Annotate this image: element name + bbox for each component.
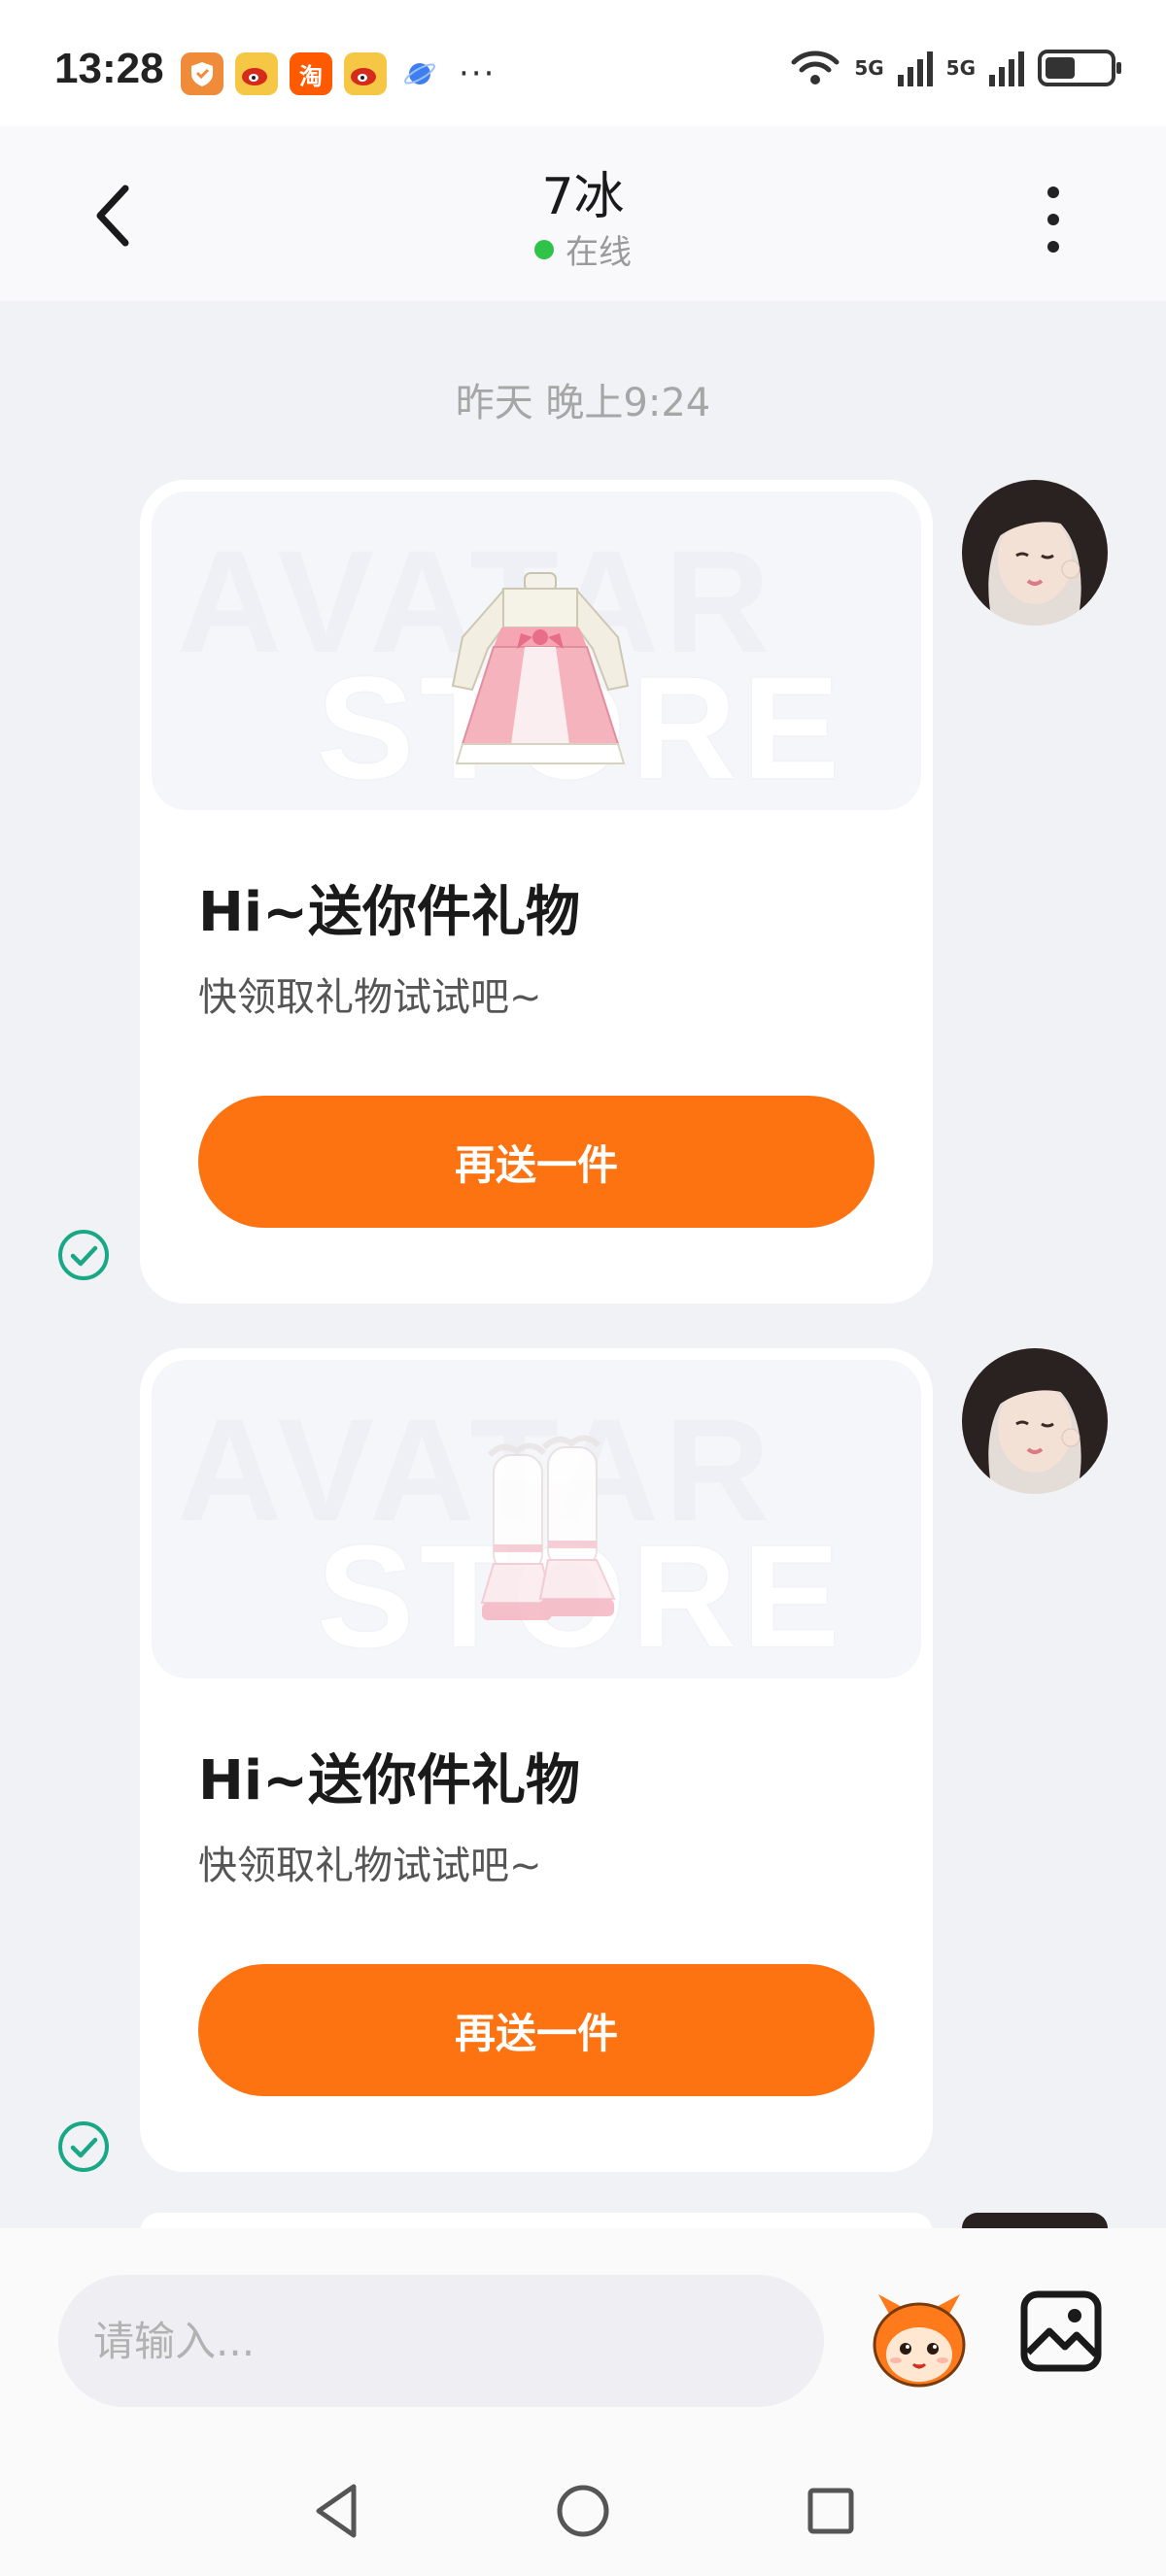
planet-icon xyxy=(398,52,441,95)
weibo-icon xyxy=(344,52,387,95)
gift-subtitle: 快领取礼物试试吧~ xyxy=(198,1844,542,1888)
image-picker-button[interactable] xyxy=(1020,2290,1102,2372)
send-again-button[interactable]: 再送一件 xyxy=(198,1096,874,1228)
chat-header: 7冰 在线 xyxy=(0,126,1166,301)
avatar[interactable] xyxy=(962,480,1108,626)
nav-home-icon[interactable] xyxy=(549,2477,617,2545)
avatar-image xyxy=(962,1348,1108,1494)
gift-title: Hi~送你件礼物 xyxy=(198,1749,580,1813)
sent-check-icon xyxy=(58,1230,109,1280)
status-time: 13:28 xyxy=(54,45,164,92)
system-nav-bar xyxy=(0,2442,1166,2576)
online-dot-icon xyxy=(534,240,554,259)
shield-icon xyxy=(181,52,223,95)
status-bar: 13:28 淘 ··· 5G 5G xyxy=(0,0,1166,146)
gift-subtitle: 快领取礼物试试吧~ xyxy=(198,975,542,1020)
contact-name: 7冰 xyxy=(541,168,625,226)
signal-label: 5G xyxy=(945,56,976,80)
nav-recents-icon[interactable] xyxy=(797,2477,865,2545)
gift-banner: AVATAR STORE xyxy=(152,1360,921,1678)
menu-dot xyxy=(1047,186,1059,198)
input-bar xyxy=(0,2228,1166,2442)
online-status: 在线 xyxy=(0,225,1166,273)
status-app-icons: 淘 ··· xyxy=(181,52,496,95)
gift-message-card[interactable]: AVATAR STORE Hi~送你件礼物 快领取礼物试试吧~ 再送一件 xyxy=(140,1348,933,2172)
image-icon xyxy=(1020,2290,1102,2372)
wifi-icon xyxy=(791,51,840,85)
menu-dot xyxy=(1047,214,1059,225)
online-status-label: 在线 xyxy=(566,233,632,272)
status-right: 5G 5G xyxy=(790,49,1121,87)
avatar[interactable] xyxy=(962,1348,1108,1494)
weibo-icon xyxy=(235,52,278,95)
taobao-label: 淘 xyxy=(299,62,323,90)
signal-icon xyxy=(897,51,933,86)
menu-dot xyxy=(1047,241,1059,253)
message-timestamp: 昨天 晚上9:24 xyxy=(455,381,711,425)
dress-icon xyxy=(451,572,630,764)
gift-banner: AVATAR STORE xyxy=(152,491,921,810)
nav-back-icon[interactable] xyxy=(303,2477,371,2545)
gift-message-card[interactable]: AVATAR STORE Hi~送你件礼物 快领取礼物试试吧~ 再送一件 xyxy=(140,480,933,1304)
more-menu-button[interactable] xyxy=(1034,181,1073,258)
signal-icon xyxy=(989,51,1024,86)
avatar-image xyxy=(962,480,1108,626)
taobao-icon: 淘 xyxy=(290,52,332,95)
mascot-icon xyxy=(873,2294,966,2388)
sent-check-icon xyxy=(58,2121,109,2172)
boots-icon xyxy=(480,1435,616,1620)
signal-label: 5G xyxy=(854,56,884,80)
message-input[interactable] xyxy=(58,2275,824,2407)
send-again-button[interactable]: 再送一件 xyxy=(198,1964,874,2096)
gift-title: Hi~送你件礼物 xyxy=(198,881,580,944)
status-more-icon: ··· xyxy=(459,54,497,93)
avatar-partial xyxy=(962,2213,1108,2228)
battery-icon xyxy=(1038,50,1121,86)
sticker-button[interactable] xyxy=(865,2287,974,2395)
